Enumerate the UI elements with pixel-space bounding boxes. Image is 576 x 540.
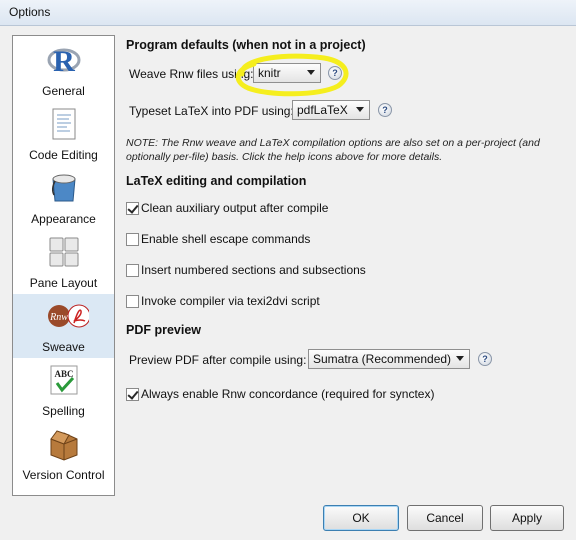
sidebar-item-label: Spelling xyxy=(42,404,85,418)
sidebar-item-label: General xyxy=(42,84,85,98)
chevron-down-icon xyxy=(356,107,364,112)
typeset-select[interactable]: pdfLaTeX xyxy=(292,100,370,120)
sidebar-item-label: Code Editing xyxy=(29,148,98,162)
clean-aux-checkbox[interactable] xyxy=(126,202,139,215)
sweave-icon: Rnw xyxy=(48,304,89,328)
typeset-help-icon[interactable]: ? xyxy=(378,103,392,117)
sidebar-item-label: Pane Layout xyxy=(29,276,98,290)
yellow-highlight-circle xyxy=(235,53,349,97)
svg-text:Rnw: Rnw xyxy=(49,312,68,323)
r-logo-icon: R xyxy=(47,45,81,77)
typeset-label: Typeset LaTeX into PDF using: xyxy=(129,104,294,118)
sidebar-item-code-editing[interactable]: Code Editing xyxy=(13,102,114,166)
options-sidebar: R General Code Editing Appearance Pane L… xyxy=(12,35,115,496)
preview-select[interactable]: Sumatra (Recommended) xyxy=(308,349,470,369)
preview-help-icon[interactable]: ? xyxy=(478,352,492,366)
sidebar-item-spelling[interactable]: ABC Spelling xyxy=(13,358,114,422)
latex-heading: LaTeX editing and compilation xyxy=(126,174,307,188)
concordance-checkbox[interactable] xyxy=(126,388,139,401)
texi2dvi-label: Invoke compiler via texi2dvi script xyxy=(141,294,320,308)
sidebar-item-label: Sweave xyxy=(42,340,85,354)
svg-text:ABC: ABC xyxy=(54,369,73,379)
sidebar-item-label: Version Control xyxy=(22,468,105,482)
clean-aux-label: Clean auxiliary output after compile xyxy=(141,201,329,215)
pdf-preview-heading: PDF preview xyxy=(126,323,202,337)
sidebar-item-label: Appearance xyxy=(31,212,96,226)
numbered-sections-label: Insert numbered sections and subsections xyxy=(141,263,366,277)
pane-layout-icon xyxy=(49,237,79,267)
concordance-label: Always enable Rnw concordance (required … xyxy=(141,387,435,401)
document-icon xyxy=(52,108,76,140)
svg-text:R: R xyxy=(53,45,75,77)
sidebar-item-appearance[interactable]: Appearance xyxy=(13,166,114,230)
chevron-down-icon xyxy=(456,356,464,361)
window-title: Options xyxy=(9,5,51,19)
sidebar-item-sweave[interactable]: Rnw Sweave xyxy=(13,294,114,358)
preview-select-value: Sumatra (Recommended) xyxy=(313,352,452,366)
shell-escape-checkbox[interactable] xyxy=(126,233,139,246)
sidebar-item-pane-layout[interactable]: Pane Layout xyxy=(13,230,114,294)
typeset-select-value: pdfLaTeX xyxy=(297,103,348,117)
sidebar-item-version-control[interactable]: Version Control xyxy=(13,422,114,486)
per-project-note: NOTE: The Rnw weave and LaTeX compilatio… xyxy=(126,137,540,163)
preview-label: Preview PDF after compile using: xyxy=(129,353,307,367)
texi2dvi-checkbox[interactable] xyxy=(126,295,139,308)
numbered-sections-checkbox[interactable] xyxy=(126,264,139,277)
box-icon xyxy=(50,430,78,461)
shell-escape-label: Enable shell escape commands xyxy=(141,232,311,246)
apply-button[interactable]: Apply xyxy=(490,505,564,531)
paint-bucket-icon xyxy=(51,174,76,202)
cancel-button[interactable]: Cancel xyxy=(407,505,483,531)
spelling-icon: ABC xyxy=(50,365,78,395)
title-bar: Options xyxy=(0,0,576,26)
ok-button[interactable]: OK xyxy=(323,505,399,531)
sidebar-item-general[interactable]: R General xyxy=(13,38,114,102)
